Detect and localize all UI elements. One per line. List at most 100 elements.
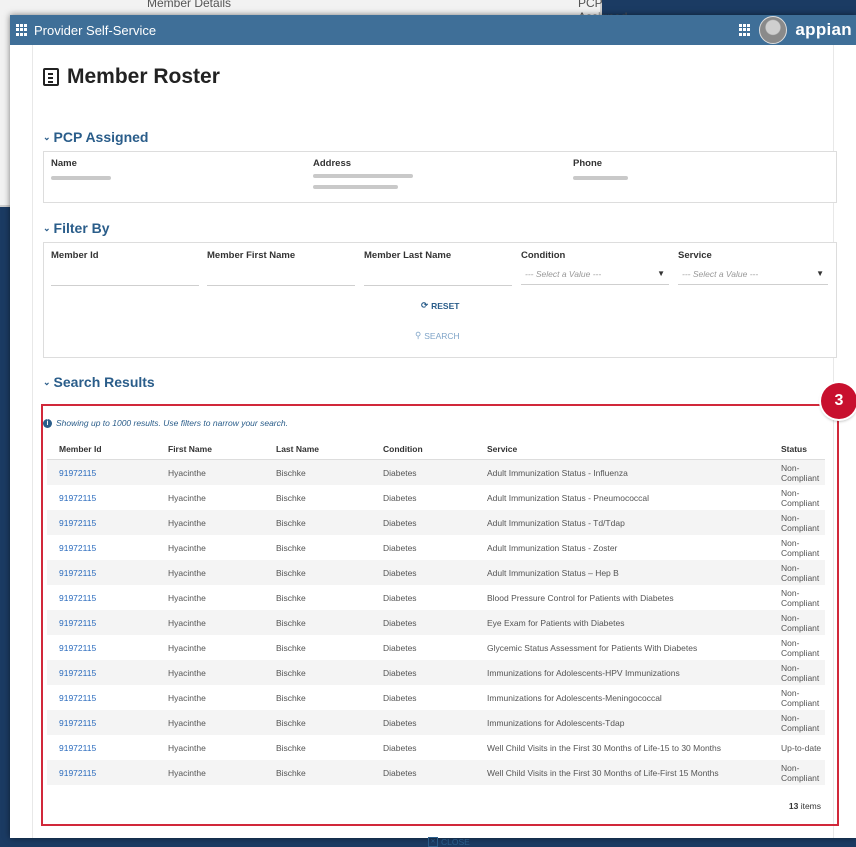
member-id-link[interactable]: 91972115: [59, 743, 96, 753]
background-member-details-label: Member Details: [147, 0, 232, 10]
service-label: Service: [678, 250, 712, 261]
close-label: CLOSE: [441, 837, 470, 847]
cell-first-name: Hyacinthe: [156, 610, 264, 635]
cell-last-name: Bischke: [276, 742, 306, 753]
member-id-link[interactable]: 91972115: [59, 468, 96, 478]
results-info-text: Showing up to 1000 results. Use filters …: [56, 418, 288, 428]
member-id-link[interactable]: 91972115: [59, 593, 96, 603]
pcp-address-label: Address: [313, 158, 352, 169]
member-id-link[interactable]: 91972115: [59, 543, 96, 553]
table-row: 91972115 Hyacinthe Bischke Diabetes Adult Im…: [47, 510, 825, 535]
item-count-suffix: items: [800, 801, 821, 811]
member-id-link[interactable]: 91972115: [59, 718, 96, 728]
cell-first-name: Hyacinthe: [156, 660, 264, 685]
cell-last-name: Bischke: [264, 760, 371, 785]
table-row: 91972115 Hyacinthe Bischke Diabetes Immuniza…: [47, 685, 825, 710]
app-title[interactable]: Provider Self-Service: [34, 23, 156, 38]
navigation-menu-icon[interactable]: [739, 24, 751, 36]
cell-condition: Diabetes: [371, 459, 475, 485]
last-name-input[interactable]: [364, 263, 512, 286]
member-id-link[interactable]: 91972115: [59, 568, 96, 578]
cell-first-name: Hyacinthe: [156, 459, 264, 485]
info-icon: i: [43, 418, 52, 428]
pcp-section-toggle[interactable]: ⌄ PCP Assigned: [43, 129, 148, 145]
column-header-first-name: First Name: [156, 439, 264, 460]
cell-service: Adult Immunization Status - Pneumococcal: [487, 492, 650, 503]
first-name-input[interactable]: [207, 263, 355, 286]
condition-select-value: --- Select a Value ---: [525, 268, 602, 279]
table-body: 91972115 Hyacinthe Bischke Diabetes Adult Im…: [47, 459, 825, 785]
pcp-section-heading: PCP Assigned: [53, 129, 149, 145]
member-id-link[interactable]: 91972115: [59, 693, 96, 703]
table-row: 91972115 Hyacinthe Bischke Diabetes Well Chi…: [47, 760, 825, 785]
condition-label: Condition: [521, 250, 566, 261]
roster-icon: [43, 68, 59, 86]
app-grid-icon[interactable]: [16, 24, 28, 36]
cell-last-name: Bischke: [264, 510, 371, 535]
table-header-row: Member Id First Name Last Name Condition Ser…: [47, 439, 825, 460]
cell-first-name: Hyacinthe: [168, 592, 206, 603]
table-row: 91972115 Hyacinthe Bischke Diabetes Adult Im…: [47, 459, 825, 485]
cell-condition: Diabetes: [383, 542, 417, 553]
cell-condition: Diabetes: [383, 642, 417, 653]
user-avatar[interactable]: [759, 16, 788, 44]
filter-section-heading: Filter By: [53, 220, 110, 236]
member-id-link[interactable]: 91972115: [59, 518, 96, 528]
service-select[interactable]: --- Select a Value --- ▼: [678, 263, 828, 285]
search-button[interactable]: ⚲ SEARCH: [415, 330, 460, 341]
cell-status: Non-Compliant: [781, 637, 820, 658]
cell-member-id: 91972115: [47, 485, 156, 510]
member-id-label: Member Id: [51, 250, 99, 261]
results-section-toggle[interactable]: ⌄ Search Results: [43, 374, 155, 390]
cell-last-name: Bischke: [276, 542, 306, 553]
cell-condition: Diabetes: [371, 660, 475, 685]
chevron-down-icon: ⌄: [43, 131, 51, 142]
reset-button[interactable]: ⟳ RESET: [421, 300, 459, 311]
cell-service: Blood Pressure Control for Patients with…: [487, 592, 674, 603]
cell-last-name: Bischke: [276, 642, 306, 653]
chevron-down-icon: ⌄: [43, 222, 51, 233]
column-header-service: Service: [475, 439, 769, 460]
member-id-input[interactable]: [51, 263, 199, 286]
cell-service: Adult Immunization Status - Td/Tdap: [475, 510, 769, 535]
close-button[interactable]: ✕ CLOSE: [428, 837, 470, 847]
cell-service: Well Child Visits in the First 30 Months…: [475, 760, 769, 785]
appian-logo: appian: [795, 20, 852, 39]
member-id-link[interactable]: 91972115: [59, 668, 96, 678]
step-badge: 3: [821, 383, 856, 419]
member-id-link[interactable]: 91972115: [59, 643, 96, 653]
member-id-link[interactable]: 91972115: [59, 768, 96, 778]
cell-status: Non-Compliant: [769, 760, 825, 785]
first-name-label: Member First Name: [207, 250, 296, 261]
member-id-link[interactable]: 91972115: [59, 618, 96, 628]
cell-member-id: 91972115: [47, 560, 156, 585]
cell-first-name: Hyacinthe: [168, 742, 206, 753]
table-row: 91972115 Hyacinthe Bischke Diabetes Blood Pr…: [47, 585, 825, 610]
table-row: 91972115 Hyacinthe Bischke Diabetes Adult Im…: [47, 560, 825, 585]
cell-member-id: 91972115: [47, 585, 156, 610]
cell-condition: Diabetes: [383, 592, 417, 603]
cell-last-name: Bischke: [276, 692, 306, 703]
filter-section-toggle[interactable]: ⌄ Filter By: [43, 220, 110, 236]
page-title-text: Member Roster: [67, 65, 220, 88]
filter-card: Member Id Member First Name Member Last …: [43, 242, 837, 358]
cell-first-name: Hyacinthe: [168, 492, 206, 503]
cell-first-name: Hyacinthe: [156, 510, 264, 535]
member-id-link[interactable]: 91972115: [59, 493, 96, 503]
cell-condition: Diabetes: [371, 710, 475, 735]
cell-member-id: 91972115: [47, 610, 156, 635]
cell-status: Non-Compliant: [769, 660, 825, 685]
condition-select[interactable]: --- Select a Value --- ▼: [521, 263, 669, 285]
cell-status: Non-Compliant: [769, 459, 825, 485]
table-row: 91972115 Hyacinthe Bischke Diabetes Eye Exam…: [47, 610, 825, 635]
cell-last-name: Bischke: [264, 560, 371, 585]
redacted-address-line1: [313, 174, 413, 178]
table-row: 91972115 Hyacinthe Bischke Diabetes Well Chi…: [47, 735, 825, 760]
cell-member-id: 91972115: [47, 510, 156, 535]
modal-content: Member Roster ⌄ PCP Assigned Name Addres…: [32, 45, 856, 847]
cell-member-id: 91972115: [47, 459, 156, 485]
cell-condition: Diabetes: [383, 692, 417, 703]
table-row: 91972115 Hyacinthe Bischke Diabetes Glycemic…: [47, 635, 825, 660]
cell-condition: Diabetes: [383, 742, 417, 753]
cell-service: Well Child Visits in the First 30 Months…: [487, 742, 722, 753]
